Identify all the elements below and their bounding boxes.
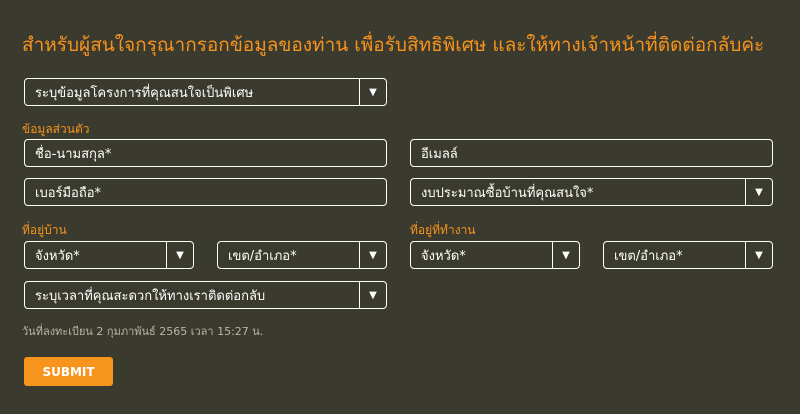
project-select-value: ระบุข้อมูลโครงการที่คุณสนใจเป็นพิเศษ xyxy=(35,85,254,101)
work-province-select[interactable]: จังหวัด* ▼ xyxy=(410,241,580,269)
home-province-value: จังหวัด* xyxy=(35,248,80,264)
budget-select[interactable]: งบประมาณซื้อบ้านที่คุณสนใจ* ▼ xyxy=(410,178,773,206)
registration-date-note: วันที่ลงทะเบียน 2 กุมภาพันธ์ 2565 เวลา 1… xyxy=(22,325,264,338)
project-select[interactable]: ระบุข้อมูลโครงการที่คุณสนใจเป็นพิเศษ ▼ xyxy=(24,78,387,106)
phone-field[interactable]: เบอร์มือถือ* xyxy=(24,178,387,206)
chevron-down-icon[interactable]: ▼ xyxy=(552,242,579,268)
email-field[interactable]: อีเมลล์ xyxy=(410,139,773,167)
budget-select-value: งบประมาณซื้อบ้านที่คุณสนใจ* xyxy=(421,185,594,201)
phone-placeholder: เบอร์มือถือ* xyxy=(35,185,102,201)
home-district-select[interactable]: เขต/อำเภอ* ▼ xyxy=(217,241,387,269)
work-province-value: จังหวัด* xyxy=(421,248,466,264)
contact-time-value: ระบุเวลาที่คุณสะดวกให้ทางเราติดต่อกลับ xyxy=(35,288,266,304)
contact-time-select[interactable]: ระบุเวลาที่คุณสะดวกให้ทางเราติดต่อกลับ ▼ xyxy=(24,281,387,309)
home-province-select[interactable]: จังหวัด* ▼ xyxy=(24,241,194,269)
home-district-value: เขต/อำเภอ* xyxy=(228,248,297,264)
chevron-down-icon[interactable]: ▼ xyxy=(166,242,193,268)
chevron-down-icon[interactable]: ▼ xyxy=(359,242,386,268)
chevron-down-icon[interactable]: ▼ xyxy=(745,179,772,205)
page-title: สำหรับผู้สนใจกรุณากรอกข้อมูลของท่าน เพื่… xyxy=(22,34,765,56)
chevron-down-icon[interactable]: ▼ xyxy=(359,282,386,308)
name-placeholder: ชื่อ-นามสกุล* xyxy=(35,146,112,162)
submit-button[interactable]: SUBMIT xyxy=(24,357,113,386)
chevron-down-icon[interactable]: ▼ xyxy=(359,79,386,105)
email-placeholder: อีเมลล์ xyxy=(421,146,458,162)
chevron-down-icon[interactable]: ▼ xyxy=(745,242,772,268)
work-district-select[interactable]: เขต/อำเภอ* ▼ xyxy=(603,241,773,269)
work-address-label: ที่อยู่ที่ทำงาน xyxy=(410,223,476,237)
name-field[interactable]: ชื่อ-นามสกุล* xyxy=(24,139,387,167)
personal-info-label: ข้อมูลส่วนตัว xyxy=(22,122,90,136)
work-district-value: เขต/อำเภอ* xyxy=(614,248,683,264)
home-address-label: ที่อยู่บ้าน xyxy=(22,223,67,237)
